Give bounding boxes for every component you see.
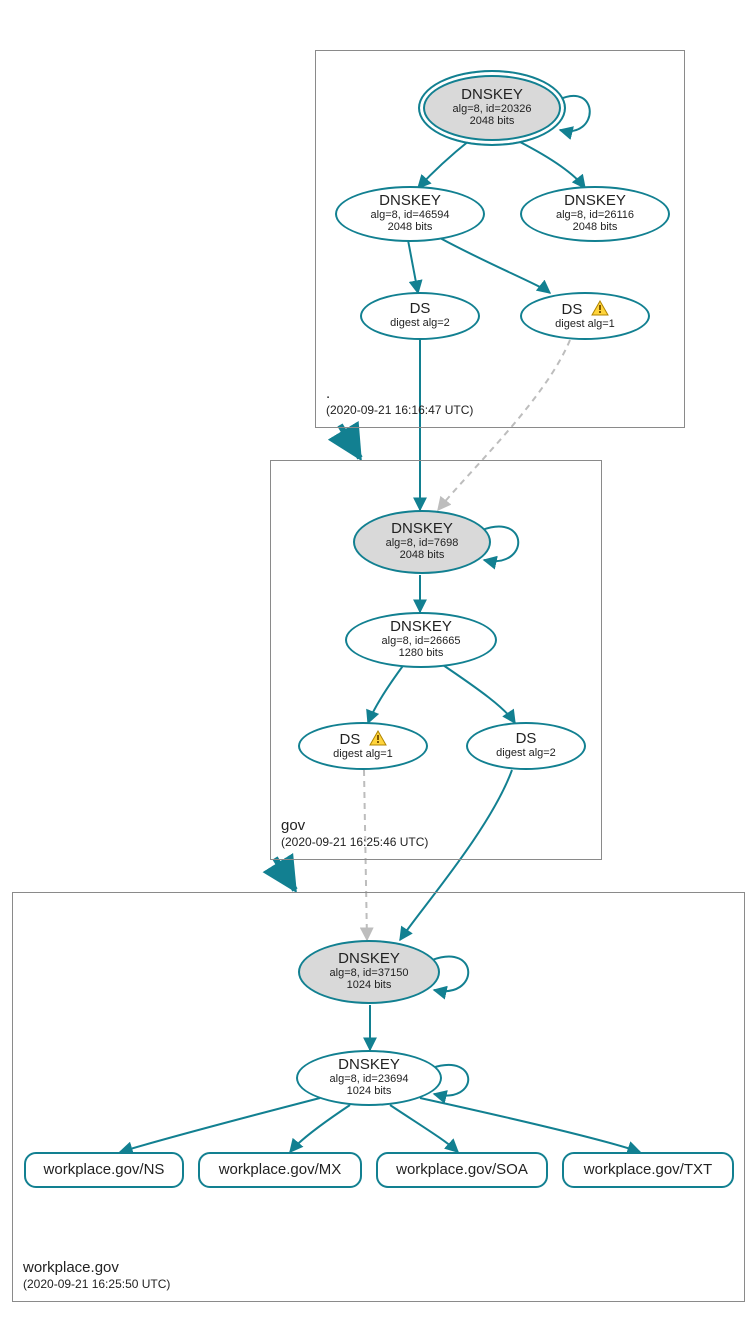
node-sub2: 2048 bits xyxy=(355,221,465,233)
node-title: DNSKEY xyxy=(316,1057,422,1074)
node-rr-ns: workplace.gov/NS xyxy=(24,1152,184,1188)
node-sub1: digest alg=2 xyxy=(486,747,566,759)
node-title: DNSKEY xyxy=(442,87,542,104)
zone-workplace-label: workplace.gov (2020-09-21 16:25:50 UTC) xyxy=(23,1258,170,1293)
zone-root-label: . (2020-09-21 16:16:47 UTC) xyxy=(326,384,473,419)
rr-label: workplace.gov/MX xyxy=(210,1162,350,1179)
node-sub2: 1024 bits xyxy=(318,979,420,991)
node-gov-ksk: DNSKEY alg=8, id=7698 2048 bits xyxy=(353,510,491,574)
node-sub1: alg=8, id=20326 xyxy=(442,103,542,115)
node-sub2: 2048 bits xyxy=(540,221,650,233)
node-root-ds-alg1: DS digest alg=1 xyxy=(520,292,650,340)
zone-gov-timestamp: (2020-09-21 16:25:46 UTC) xyxy=(281,835,428,851)
node-title: DS xyxy=(380,301,460,318)
zone-root-timestamp: (2020-09-21 16:16:47 UTC) xyxy=(326,403,473,419)
node-root-zsk-26116: DNSKEY alg=8, id=26116 2048 bits xyxy=(520,186,670,242)
node-gov-zsk: DNSKEY alg=8, id=26665 1280 bits xyxy=(345,612,497,668)
node-sub2: 1024 bits xyxy=(316,1085,422,1097)
node-gov-ds-alg2: DS digest alg=2 xyxy=(466,722,586,770)
node-rr-mx: workplace.gov/MX xyxy=(198,1152,362,1188)
rr-label: workplace.gov/TXT xyxy=(574,1162,722,1179)
node-sub1: digest alg=2 xyxy=(380,317,460,329)
node-sub2: 2048 bits xyxy=(373,549,471,561)
node-title: DS xyxy=(540,300,630,319)
node-title: DNSKEY xyxy=(540,193,650,210)
node-sub1: alg=8, id=26116 xyxy=(540,209,650,221)
node-rr-txt: workplace.gov/TXT xyxy=(562,1152,734,1188)
node-title: DNSKEY xyxy=(355,193,465,210)
node-title: DS xyxy=(486,731,566,748)
node-root-ds-alg2: DS digest alg=2 xyxy=(360,292,480,340)
ds-text: DS xyxy=(561,301,582,318)
node-sub1: alg=8, id=37150 xyxy=(318,967,420,979)
zone-workplace-timestamp: (2020-09-21 16:25:50 UTC) xyxy=(23,1277,170,1293)
rr-label: workplace.gov/NS xyxy=(36,1162,172,1179)
node-sub1: alg=8, id=23694 xyxy=(316,1073,422,1085)
warning-icon xyxy=(369,730,387,746)
node-rr-soa: workplace.gov/SOA xyxy=(376,1152,548,1188)
node-workplace-ksk: DNSKEY alg=8, id=37150 1024 bits xyxy=(298,940,440,1004)
node-workplace-zsk: DNSKEY alg=8, id=23694 1024 bits xyxy=(296,1050,442,1106)
node-gov-ds-alg1: DS digest alg=1 xyxy=(298,722,428,770)
zone-workplace-name: workplace.gov xyxy=(23,1258,170,1278)
node-sub2: 1280 bits xyxy=(365,647,477,659)
node-title: DS xyxy=(318,730,408,749)
warning-icon xyxy=(591,300,609,316)
node-sub1: alg=8, id=7698 xyxy=(373,537,471,549)
node-title: DNSKEY xyxy=(318,951,420,968)
node-sub1: alg=8, id=46594 xyxy=(355,209,465,221)
ds-text: DS xyxy=(339,731,360,748)
node-sub1: digest alg=1 xyxy=(318,748,408,760)
node-sub2: 2048 bits xyxy=(442,115,542,127)
rr-label: workplace.gov/SOA xyxy=(388,1162,536,1179)
node-title: DNSKEY xyxy=(365,619,477,636)
node-title: DNSKEY xyxy=(373,521,471,538)
node-root-ksk: DNSKEY alg=8, id=20326 2048 bits xyxy=(418,70,566,146)
zone-gov-name: gov xyxy=(281,816,428,836)
node-root-zsk-46594: DNSKEY alg=8, id=46594 2048 bits xyxy=(335,186,485,242)
node-sub1: digest alg=1 xyxy=(540,318,630,330)
zone-gov-label: gov (2020-09-21 16:25:46 UTC) xyxy=(281,816,428,851)
diagram-canvas: . (2020-09-21 16:16:47 UTC) gov (2020-09… xyxy=(0,0,755,1320)
zone-root-name: . xyxy=(326,384,473,404)
node-sub1: alg=8, id=26665 xyxy=(365,635,477,647)
